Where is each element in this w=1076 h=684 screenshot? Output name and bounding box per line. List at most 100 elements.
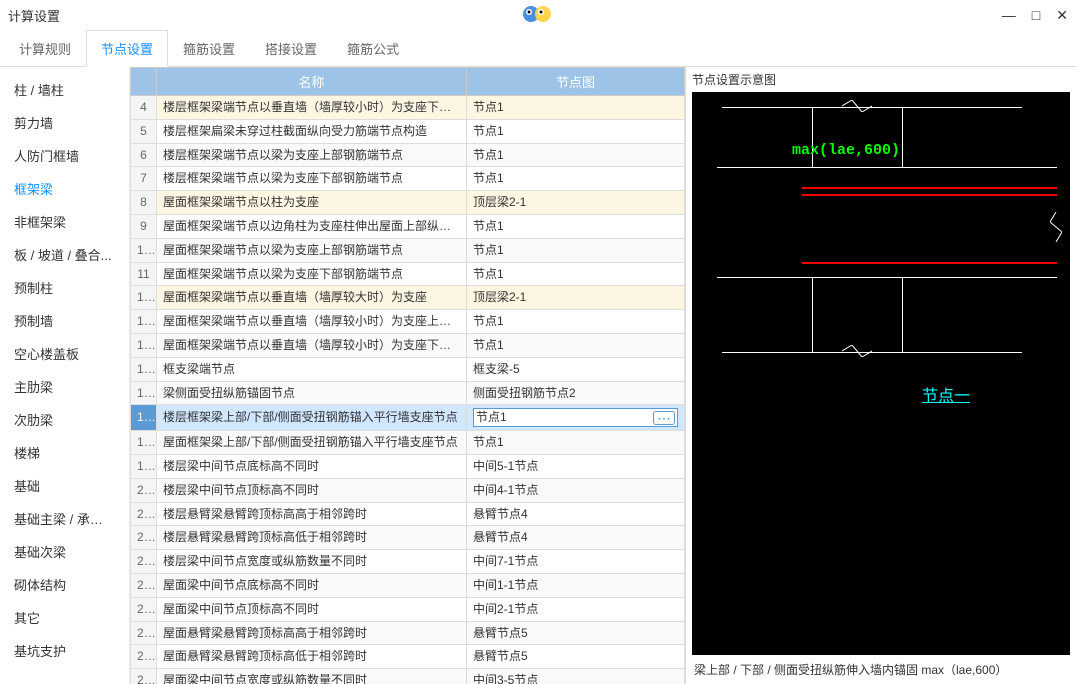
row-node[interactable]: 节点1 <box>467 96 685 120</box>
sidebar-item-12[interactable]: 基础 <box>0 469 129 502</box>
table-row[interactable]: 27屋面悬臂梁悬臂跨顶标高低于相邻跨时悬臂节点5 <box>131 645 685 669</box>
table-row[interactable]: 5楼层框架扁梁未穿过柱截面纵向受力筋端节点构造节点1 <box>131 119 685 143</box>
row-node[interactable]: 顶层梁2-1 <box>467 191 685 215</box>
table-row[interactable]: 9屋面框架梁端节点以边角柱为支座柱伸出屋面上部纵筋...节点1 <box>131 214 685 238</box>
row-node[interactable]: 悬臂节点4 <box>467 526 685 550</box>
table-row[interactable]: 18屋面框架梁上部/下部/侧面受扭钢筋锚入平行墙支座节点节点1 <box>131 431 685 455</box>
table-row[interactable]: 23楼层梁中间节点宽度或纵筋数量不同时中间7-1节点 <box>131 550 685 574</box>
row-name[interactable]: 框支梁端节点 <box>157 357 467 381</box>
row-name[interactable]: 楼层悬臂梁悬臂跨顶标高低于相邻跨时 <box>157 526 467 550</box>
row-node[interactable]: 侧面受扭钢筋节点2 <box>467 381 685 405</box>
row-name[interactable]: 楼层框架扁梁未穿过柱截面纵向受力筋端节点构造 <box>157 119 467 143</box>
table-row[interactable]: 7楼层框架梁端节点以梁为支座下部钢筋端节点节点1 <box>131 167 685 191</box>
row-name[interactable]: 屋面悬臂梁悬臂跨顶标高高于相邻跨时 <box>157 621 467 645</box>
sidebar-item-2[interactable]: 人防门框墙 <box>0 139 129 172</box>
row-node[interactable]: 框支梁-5 <box>467 357 685 381</box>
sidebar-item-8[interactable]: 空心楼盖板 <box>0 337 129 370</box>
table-row[interactable]: 11屋面框架梁端节点以梁为支座下部钢筋端节点节点1 <box>131 262 685 286</box>
row-node[interactable]: 节点1 <box>467 119 685 143</box>
row-name[interactable]: 屋面框架梁端节点以边角柱为支座柱伸出屋面上部纵筋... <box>157 214 467 238</box>
table-row[interactable]: 14屋面框架梁端节点以垂直墙（墙厚较小时）为支座下部...节点1 <box>131 333 685 357</box>
tab-2[interactable]: 箍筋设置 <box>168 30 250 66</box>
table-row[interactable]: 28屋面梁中间节点宽度或纵筋数量不同时中间3-5节点 <box>131 669 685 684</box>
row-name[interactable]: 梁侧面受扭纵筋锚固节点 <box>157 381 467 405</box>
row-node[interactable]: 悬臂节点5 <box>467 645 685 669</box>
table-row[interactable]: 25屋面梁中间节点顶标高不同时中间2-1节点 <box>131 597 685 621</box>
row-name[interactable]: 楼层框架梁端节点以梁为支座下部钢筋端节点 <box>157 167 467 191</box>
sidebar-item-7[interactable]: 预制墙 <box>0 304 129 337</box>
row-name[interactable]: 楼层梁中间节点宽度或纵筋数量不同时 <box>157 550 467 574</box>
row-node[interactable]: 节点1 <box>467 333 685 357</box>
row-node[interactable]: 中间2-1节点 <box>467 597 685 621</box>
row-name[interactable]: 屋面梁中间节点底标高不同时 <box>157 573 467 597</box>
row-name[interactable]: 屋面框架梁端节点以梁为支座下部钢筋端节点 <box>157 262 467 286</box>
tab-0[interactable]: 计算规则 <box>4 30 86 66</box>
table-row[interactable]: 26屋面悬臂梁悬臂跨顶标高高于相邻跨时悬臂节点5 <box>131 621 685 645</box>
tab-4[interactable]: 箍筋公式 <box>332 30 414 66</box>
table-row[interactable]: 12屋面框架梁端节点以垂直墙（墙厚较大时）为支座顶层梁2-1 <box>131 286 685 310</box>
row-node[interactable]: 节点1 <box>467 310 685 334</box>
table-row[interactable]: 21楼层悬臂梁悬臂跨顶标高高于相邻跨时悬臂节点4 <box>131 502 685 526</box>
sidebar-item-3[interactable]: 框架梁 <box>0 172 129 205</box>
row-name[interactable]: 屋面悬臂梁悬臂跨顶标高低于相邻跨时 <box>157 645 467 669</box>
row-node[interactable]: 节点1 <box>467 143 685 167</box>
table-row[interactable]: 6楼层框架梁端节点以梁为支座上部钢筋端节点节点1 <box>131 143 685 167</box>
sidebar-item-13[interactable]: 基础主梁 / 承台梁 <box>0 502 129 535</box>
row-name[interactable]: 楼层框架梁端节点以垂直墙（墙厚较小时）为支座下部... <box>157 96 467 120</box>
row-name[interactable]: 楼层梁中间节点顶标高不同时 <box>157 478 467 502</box>
row-node[interactable]: 悬臂节点4 <box>467 502 685 526</box>
table-row[interactable]: 20楼层梁中间节点顶标高不同时中间4-1节点 <box>131 478 685 502</box>
row-node[interactable]: 节点1 <box>467 214 685 238</box>
sidebar-item-14[interactable]: 基础次梁 <box>0 535 129 568</box>
table-row[interactable]: 16梁侧面受扭纵筋锚固节点侧面受扭钢筋节点2 <box>131 381 685 405</box>
row-node[interactable]: 悬臂节点5 <box>467 621 685 645</box>
row-name[interactable]: 屋面框架梁端节点以垂直墙（墙厚较小时）为支座下部... <box>157 333 467 357</box>
table-row[interactable]: 22楼层悬臂梁悬臂跨顶标高低于相邻跨时悬臂节点4 <box>131 526 685 550</box>
table-wrap[interactable]: 名称 节点图 4楼层框架梁端节点以垂直墙（墙厚较小时）为支座下部...节点15楼… <box>130 67 686 684</box>
table-row[interactable]: 15框支梁端节点框支梁-5 <box>131 357 685 381</box>
sidebar-item-4[interactable]: 非框架梁 <box>0 205 129 238</box>
tab-3[interactable]: 搭接设置 <box>250 30 332 66</box>
sidebar-item-6[interactable]: 预制柱 <box>0 271 129 304</box>
sidebar-item-5[interactable]: 板 / 坡道 / 叠合... <box>0 238 129 271</box>
row-node[interactable]: 中间1-1节点 <box>467 573 685 597</box>
sidebar-item-17[interactable]: 基坑支护 <box>0 634 129 667</box>
table-row[interactable]: 8屋面框架梁端节点以柱为支座顶层梁2-1 <box>131 191 685 215</box>
table-row[interactable]: 19楼层梁中间节点底标高不同时中间5-1节点 <box>131 454 685 478</box>
close-button[interactable]: ✕ <box>1056 7 1068 24</box>
row-node[interactable]: 节点1 <box>467 431 685 455</box>
sidebar-item-16[interactable]: 其它 <box>0 601 129 634</box>
table-row[interactable]: 17楼层框架梁上部/下部/侧面受扭钢筋锚入平行墙支座节点节点1⋯ <box>131 405 685 431</box>
row-name[interactable]: 屋面框架梁上部/下部/侧面受扭钢筋锚入平行墙支座节点 <box>157 431 467 455</box>
row-node[interactable]: 节点1 <box>467 167 685 191</box>
row-name[interactable]: 屋面框架梁端节点以垂直墙（墙厚较大时）为支座 <box>157 286 467 310</box>
row-name[interactable]: 屋面框架梁端节点以柱为支座 <box>157 191 467 215</box>
table-row[interactable]: 10屋面框架梁端节点以梁为支座上部钢筋端节点节点1 <box>131 238 685 262</box>
row-name[interactable]: 楼层框架梁上部/下部/侧面受扭钢筋锚入平行墙支座节点 <box>157 405 467 431</box>
row-name[interactable]: 屋面梁中间节点宽度或纵筋数量不同时 <box>157 669 467 684</box>
table-row[interactable]: 24屋面梁中间节点底标高不同时中间1-1节点 <box>131 573 685 597</box>
row-node[interactable]: 顶层梁2-1 <box>467 286 685 310</box>
row-node[interactable]: 中间3-5节点 <box>467 669 685 684</box>
row-node[interactable]: 中间5-1节点 <box>467 454 685 478</box>
table-row[interactable]: 13屋面框架梁端节点以垂直墙（墙厚较小时）为支座上部...节点1 <box>131 310 685 334</box>
row-node[interactable]: 节点1 <box>467 238 685 262</box>
row-node[interactable]: 节点1⋯ <box>467 405 685 431</box>
sidebar-item-15[interactable]: 砌体结构 <box>0 568 129 601</box>
tab-1[interactable]: 节点设置 <box>86 30 168 67</box>
row-node[interactable]: 节点1 <box>467 262 685 286</box>
row-name[interactable]: 屋面框架梁端节点以垂直墙（墙厚较小时）为支座上部... <box>157 310 467 334</box>
row-node[interactable]: 中间7-1节点 <box>467 550 685 574</box>
table-row[interactable]: 4楼层框架梁端节点以垂直墙（墙厚较小时）为支座下部...节点1 <box>131 96 685 120</box>
sidebar-item-9[interactable]: 主肋梁 <box>0 370 129 403</box>
row-node[interactable]: 中间4-1节点 <box>467 478 685 502</box>
minimize-button[interactable]: — <box>1002 7 1016 24</box>
cell-browse-button[interactable]: ⋯ <box>653 411 675 425</box>
sidebar-item-11[interactable]: 楼梯 <box>0 436 129 469</box>
sidebar-item-0[interactable]: 柱 / 墙柱 <box>0 73 129 106</box>
maximize-button[interactable]: □ <box>1032 7 1040 24</box>
row-name[interactable]: 屋面梁中间节点顶标高不同时 <box>157 597 467 621</box>
row-name[interactable]: 楼层框架梁端节点以梁为支座上部钢筋端节点 <box>157 143 467 167</box>
sidebar-item-10[interactable]: 次肋梁 <box>0 403 129 436</box>
sidebar-item-1[interactable]: 剪力墙 <box>0 106 129 139</box>
